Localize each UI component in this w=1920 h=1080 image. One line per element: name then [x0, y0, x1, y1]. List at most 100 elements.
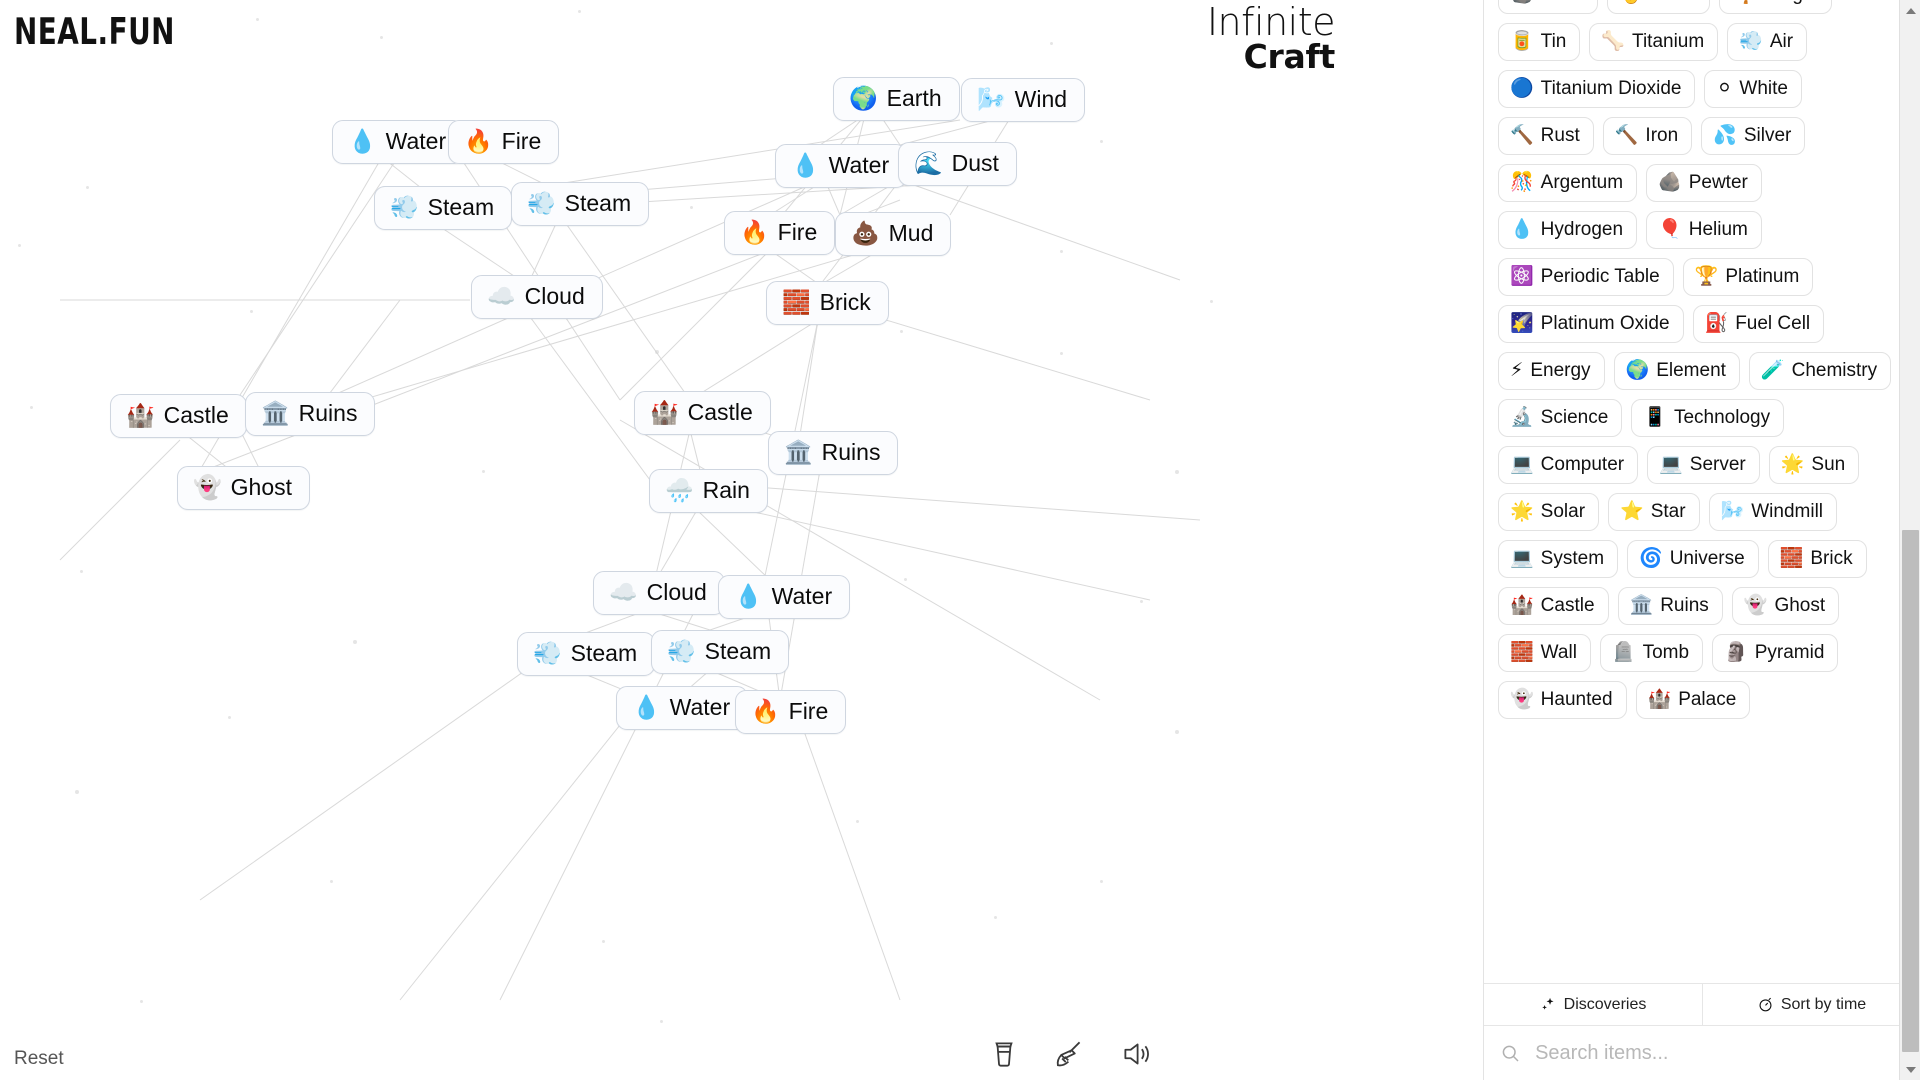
- sidebar-item-helium[interactable]: 🎈 Helium: [1646, 211, 1762, 249]
- background-dot: [75, 790, 79, 794]
- canvas-node-cloud[interactable]: ☁️ Cloud: [593, 571, 725, 615]
- canvas-node-water[interactable]: 💧 Water: [775, 144, 908, 188]
- sidebar-item-solar[interactable]: 🌟 Solar: [1498, 493, 1600, 531]
- sidebar-item-iron[interactable]: 🔨 Iron: [1602, 117, 1693, 155]
- sidebar-item-hydrogen[interactable]: 💧 Hydrogen: [1498, 211, 1638, 249]
- canvas-node-steam[interactable]: 💨 Steam: [374, 186, 513, 230]
- sidebar-item-technology[interactable]: 📱 Technology: [1631, 399, 1785, 437]
- bottom-toolbar: [987, 1037, 1153, 1071]
- sidebar-item-periodic-table[interactable]: ⚛️ Periodic Table: [1498, 258, 1674, 296]
- sidebar-item-palace[interactable]: 🏰 Palace: [1635, 681, 1751, 719]
- canvas-node-castle[interactable]: 🏰 Castle: [634, 391, 771, 435]
- sidebar-item-titanium[interactable]: 🦴 Titanium: [1589, 23, 1719, 61]
- sidebar-item-jungle[interactable]: 🌴 Jungle: [1719, 0, 1832, 14]
- canvas-node-fire[interactable]: 🔥 Fire: [724, 211, 836, 255]
- scroll-up-arrow[interactable]: [1900, 0, 1920, 21]
- sidebar-item-fuel-cell[interactable]: ⛽ Fuel Cell: [1692, 305, 1825, 343]
- canvas-node-ruins[interactable]: 🏛️ Ruins: [768, 431, 899, 475]
- reset-button[interactable]: Reset: [14, 1048, 64, 1070]
- items-list[interactable]: 🪨 Rock 🤘 Metal 🌴 Jungle 🥫 Tin 🦴 Titanium 💨 Air 🔵 Tita…: [1484, 0, 1920, 983]
- sidebar-item-computer[interactable]: 💻 Computer: [1498, 446, 1639, 484]
- sidebar-item-science[interactable]: 🔬 Science: [1498, 399, 1623, 437]
- canvas-node-water[interactable]: 💧 Water: [616, 686, 749, 730]
- tab-discoveries[interactable]: Discoveries: [1484, 984, 1702, 1025]
- sidebar-item-sun[interactable]: 🌟 Sun: [1768, 446, 1860, 484]
- canvas-node-water[interactable]: 💧 Water: [332, 120, 465, 164]
- sidebar-item-star[interactable]: ⭐ Star: [1608, 493, 1700, 531]
- canvas-node-mud[interactable]: 💩 Mud: [835, 212, 952, 256]
- canvas-node-rain[interactable]: 🌧️ Rain: [649, 469, 768, 513]
- sidebar-item-pyramid[interactable]: 🗿 Pyramid: [1712, 634, 1839, 672]
- platinum-icon: 🏆: [1694, 266, 1719, 287]
- tomb-icon: 🪦: [1611, 642, 1636, 663]
- sidebar-item-tomb[interactable]: 🪦 Tomb: [1599, 634, 1704, 672]
- sidebar-item-label: Helium: [1688, 219, 1748, 240]
- sidebar-item-windmill[interactable]: 🌬️ Windmill: [1708, 493, 1838, 531]
- crafting-canvas[interactable]: NEAL.FUN Infinite Craft 💧 Water 🔥 Fire 💨 Stea…: [0, 0, 1483, 1080]
- sidebar-item-label: Pyramid: [1754, 642, 1825, 663]
- periodic-table-icon: ⚛️: [1510, 266, 1534, 287]
- scrollbar-thumb[interactable]: [1902, 530, 1919, 1052]
- canvas-node-fire[interactable]: 🔥 Fire: [735, 690, 847, 734]
- canvas-node-cloud[interactable]: ☁️ Cloud: [471, 275, 603, 319]
- canvas-node-label: Water: [828, 152, 890, 178]
- broom-icon[interactable]: [1053, 1037, 1087, 1071]
- background-dot: [900, 330, 903, 333]
- sidebar-item-pewter[interactable]: 🪨 Pewter: [1646, 164, 1762, 202]
- coffee-cup-icon[interactable]: [987, 1037, 1021, 1071]
- sidebar-item-server[interactable]: 💻 Server: [1647, 446, 1760, 484]
- sidebar-item-air[interactable]: 💨 Air: [1727, 23, 1808, 61]
- sidebar-item-wall[interactable]: 🧱 Wall: [1498, 634, 1591, 672]
- sidebar-item-silver[interactable]: 💦 Silver: [1701, 117, 1806, 155]
- sidebar-item-energy[interactable]: ⚡ Energy: [1498, 352, 1605, 390]
- canvas-node-ghost[interactable]: 👻 Ghost: [177, 466, 311, 510]
- sidebar-item-white[interactable]: ⚪ White: [1704, 70, 1802, 108]
- sidebar-scrollbar[interactable]: [1899, 0, 1920, 1080]
- canvas-node-fire[interactable]: 🔥 Fire: [448, 120, 560, 164]
- canvas-node-earth[interactable]: 🌍 Earth: [833, 77, 960, 121]
- sidebar-item-element[interactable]: 🌍 Element: [1613, 352, 1740, 390]
- background-dot: [30, 406, 33, 409]
- canvas-node-water[interactable]: 💧 Water: [718, 575, 851, 619]
- sidebar-item-tin[interactable]: 🥫 Tin: [1498, 23, 1581, 61]
- background-dot: [578, 10, 581, 13]
- canvas-node-steam[interactable]: 💨 Steam: [511, 182, 650, 226]
- sidebar-item-rust[interactable]: 🔨 Rust: [1498, 117, 1594, 155]
- canvas-node-castle[interactable]: 🏰 Castle: [110, 394, 247, 438]
- canvas-node-ruins[interactable]: 🏛️ Ruins: [245, 392, 376, 436]
- sidebar-item-argentum[interactable]: 🎊 Argentum: [1498, 164, 1638, 202]
- tab-discoveries-label: Discoveries: [1563, 995, 1647, 1013]
- sidebar-item-rock[interactable]: 🪨 Rock: [1498, 0, 1598, 14]
- search-icon: [1502, 1045, 1519, 1061]
- sidebar-item-universe[interactable]: 🌀 Universe: [1627, 540, 1759, 578]
- sidebar-item-label: Wall: [1540, 642, 1577, 663]
- sidebar-item-chemistry[interactable]: 🧪 Chemistry: [1748, 352, 1892, 390]
- search-input[interactable]: [1533, 1040, 1904, 1066]
- search-bar[interactable]: [1484, 1026, 1920, 1080]
- white-icon: ⚪: [1716, 78, 1733, 99]
- tab-sort-by-time[interactable]: Sort by time: [1702, 984, 1920, 1025]
- sidebar-item-titanium-dioxide[interactable]: 🔵 Titanium Dioxide: [1498, 70, 1696, 108]
- sidebar-item-system[interactable]: 💻 System: [1498, 540, 1619, 578]
- canvas-node-label: Fire: [501, 128, 542, 154]
- scroll-down-arrow[interactable]: [1900, 1059, 1920, 1080]
- canvas-node-brick[interactable]: 🧱 Brick: [766, 281, 889, 325]
- canvas-node-wind[interactable]: 🌬️ Wind: [961, 78, 1086, 122]
- background-dot: [250, 310, 253, 313]
- canvas-node-label: Water: [669, 694, 731, 720]
- sidebar-item-haunted[interactable]: 👻 Haunted: [1498, 681, 1627, 719]
- sidebar-item-metal[interactable]: 🤘 Metal: [1606, 0, 1711, 14]
- sidebar-item-castle[interactable]: 🏰 Castle: [1498, 587, 1609, 625]
- canvas-node-dust[interactable]: 🌊 Dust: [898, 142, 1017, 186]
- sound-on-icon[interactable]: [1119, 1037, 1153, 1071]
- sidebar-item-brick[interactable]: 🧱 Brick: [1767, 540, 1867, 578]
- canvas-node-steam[interactable]: 💨 Steam: [517, 632, 656, 676]
- sidebar-item-ghost[interactable]: 👻 Ghost: [1731, 587, 1840, 625]
- castle-icon: 🏰: [1510, 595, 1534, 616]
- sidebar-item-platinum[interactable]: 🏆 Platinum: [1682, 258, 1814, 296]
- sidebar-item-ruins[interactable]: 🏛️ Ruins: [1617, 587, 1723, 625]
- neal-fun-logo[interactable]: NEAL.FUN: [14, 10, 175, 53]
- canvas-node-label: Cloud: [646, 579, 707, 605]
- sidebar-item-platinum-oxide[interactable]: 🌠 Platinum Oxide: [1498, 305, 1684, 343]
- canvas-node-steam[interactable]: 💨 Steam: [651, 630, 790, 674]
